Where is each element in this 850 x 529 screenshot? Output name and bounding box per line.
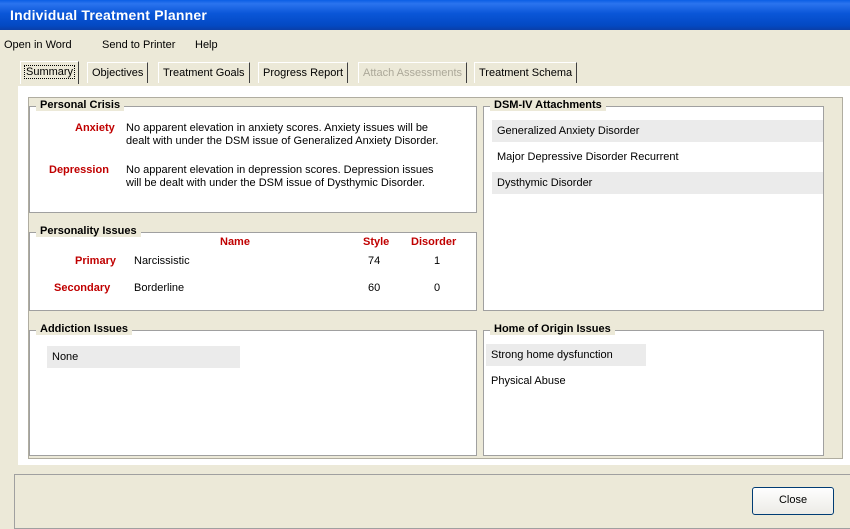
menu-help[interactable]: Help: [195, 39, 218, 51]
tab-objectives-label: Objectives: [92, 67, 144, 79]
secondary-style: 60: [368, 282, 381, 294]
anxiety-text-line1: No apparent elevation in anxiety scores.…: [126, 122, 429, 134]
secondary-label: Secondary: [54, 282, 111, 294]
tab-attach-assessments-label: Attach Assessments: [363, 67, 463, 79]
menu-open-in-word[interactable]: Open in Word: [4, 39, 72, 51]
personality-header-disorder: Disorder: [411, 236, 457, 248]
primary-name: Narcissistic: [134, 255, 190, 267]
primary-label: Primary: [75, 255, 116, 267]
personal-crisis-title: Personal Crisis: [36, 99, 125, 111]
personal-crisis-group: Personal Crisis Anxiety No apparent elev…: [29, 99, 477, 213]
title-bar: Individual Treatment Planner: [0, 0, 850, 30]
tab-treatment-schema[interactable]: Treatment Schema: [474, 62, 578, 83]
home-origin-group: Home of Origin Issues Strong home dysfun…: [483, 323, 824, 456]
personality-issues-title: Personality Issues: [36, 225, 141, 237]
personality-header-name: Name: [220, 236, 250, 248]
dsm-list-item[interactable]: Generalized Anxiety Disorder: [492, 120, 823, 142]
anxiety-label: Anxiety: [75, 122, 115, 134]
home-origin-list-item[interactable]: Strong home dysfunction: [486, 344, 646, 366]
window-title: Individual Treatment Planner: [10, 7, 207, 23]
tab-progress-report[interactable]: Progress Report: [258, 62, 349, 83]
footer-bar: [14, 474, 850, 529]
addiction-list-item[interactable]: None: [47, 346, 240, 368]
summary-panel: Personal Crisis Anxiety No apparent elev…: [18, 86, 850, 465]
depression-text-line2: will be dealt with under the DSM issue o…: [126, 177, 425, 189]
dsm-attachments-title: DSM-IV Attachments: [490, 99, 606, 111]
home-origin-list-item[interactable]: Physical Abuse: [486, 370, 646, 392]
menu-send-to-printer[interactable]: Send to Printer: [102, 39, 175, 51]
tab-treatment-schema-label: Treatment Schema: [479, 67, 573, 79]
secondary-disorder: 0: [434, 282, 441, 294]
secondary-name: Borderline: [134, 282, 185, 294]
tab-treatment-goals-label: Treatment Goals: [163, 67, 245, 79]
primary-style: 74: [368, 255, 381, 267]
personality-header-style: Style: [363, 236, 390, 248]
tab-attach-assessments: Attach Assessments: [358, 62, 468, 83]
dsm-list-item[interactable]: Major Depressive Disorder Recurrent: [492, 146, 823, 168]
anxiety-text-line2: dealt with under the DSM issue of Genera…: [126, 135, 439, 147]
dsm-attachments-group: DSM-IV Attachments Generalized Anxiety D…: [483, 99, 824, 311]
dsm-list-item[interactable]: Dysthymic Disorder: [492, 172, 823, 194]
primary-disorder: 1: [434, 255, 441, 267]
tab-summary-label: Summary: [23, 65, 76, 79]
depression-text-line1: No apparent elevation in depression scor…: [126, 164, 434, 176]
summary-panel-inner: Personal Crisis Anxiety No apparent elev…: [28, 97, 843, 459]
tab-summary[interactable]: Summary: [20, 61, 80, 84]
tab-progress-report-label: Progress Report: [263, 67, 344, 79]
addiction-issues-group: Addiction Issues None: [29, 323, 477, 456]
depression-label: Depression: [49, 164, 109, 176]
tab-objectives[interactable]: Objectives: [87, 62, 149, 83]
home-origin-title: Home of Origin Issues: [490, 323, 615, 335]
addiction-issues-title: Addiction Issues: [36, 323, 133, 335]
tab-treatment-goals[interactable]: Treatment Goals: [158, 62, 250, 83]
menu-bar: Open in Word Send to Printer Help: [0, 36, 850, 56]
close-button[interactable]: Close: [752, 487, 834, 515]
personality-issues-group: Personality Issues Name Style Disorder P…: [29, 225, 477, 311]
